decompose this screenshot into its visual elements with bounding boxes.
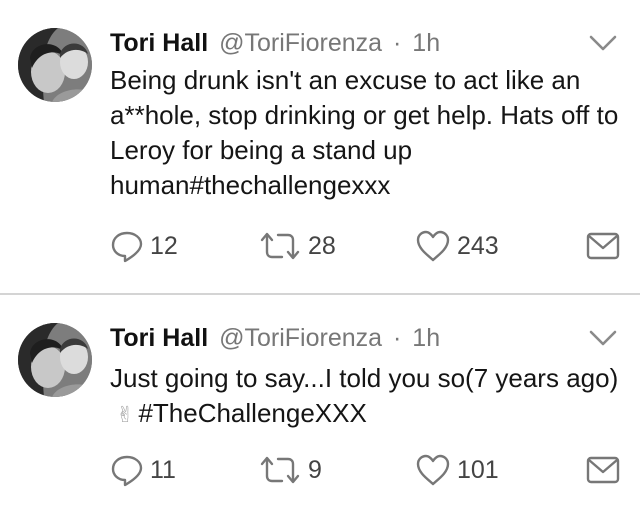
direct-message-button[interactable] [586,453,620,487]
retweet-icon [258,229,302,263]
envelope-icon [586,455,620,485]
tweet-header: Tori Hall @ToriFiorenza · 1h [110,322,440,354]
timestamp[interactable]: 1h [412,324,440,352]
tweet-text: Just going to say...I told you so(7 year… [110,361,620,432]
direct-message-button[interactable] [586,229,620,263]
like-button[interactable]: 101 [415,453,499,487]
author-handle[interactable]: @ToriFiorenza [219,324,382,352]
tweet[interactable]: Tori Hall @ToriFiorenza · 1h Being drunk… [0,0,640,294]
tweet-actions: 11 9 101 [0,453,640,487]
tweet-text: Being drunk isn't an excuse to act like … [110,63,620,203]
reply-button[interactable]: 12 [110,229,178,263]
author-name[interactable]: Tori Hall [110,324,208,352]
avatar[interactable] [18,323,92,397]
author-handle[interactable]: @ToriFiorenza [219,29,382,57]
tweet-actions: 12 28 243 [0,229,640,263]
chevron-down-icon[interactable] [588,329,618,347]
retweet-button[interactable]: 9 [258,453,322,487]
retweet-button[interactable]: 28 [258,229,336,263]
tweet-body: Being drunk isn't an excuse to act like … [110,65,619,200]
tweet[interactable]: Tori Hall @ToriFiorenza · 1h Just going … [0,295,640,506]
reply-count: 12 [150,232,178,260]
like-count: 101 [457,456,499,484]
avatar[interactable] [18,28,92,102]
timeline: Tori Hall @ToriFiorenza · 1h Being drunk… [0,0,640,506]
heart-icon [415,453,451,487]
timestamp[interactable]: 1h [412,29,440,57]
victory-hand-emoji: ✌ [116,402,135,427]
separator: · [393,324,402,352]
chevron-down-icon[interactable] [588,34,618,52]
reply-icon [110,453,144,487]
author-name[interactable]: Tori Hall [110,29,208,57]
reply-icon [110,229,144,263]
tweet-header: Tori Hall @ToriFiorenza · 1h [110,27,440,59]
heart-icon [415,229,451,263]
retweet-icon [258,453,302,487]
retweet-count: 28 [308,232,336,260]
retweet-count: 9 [308,456,322,484]
like-count: 243 [457,232,499,260]
separator: · [393,29,402,57]
hashtag-link[interactable]: #TheChallengeXXX [138,398,366,428]
like-button[interactable]: 243 [415,229,499,263]
reply-button[interactable]: 11 [110,453,176,487]
reply-count: 11 [150,456,176,484]
envelope-icon [586,231,620,261]
tweet-body: Just going to say...I told you so(7 year… [110,363,619,393]
